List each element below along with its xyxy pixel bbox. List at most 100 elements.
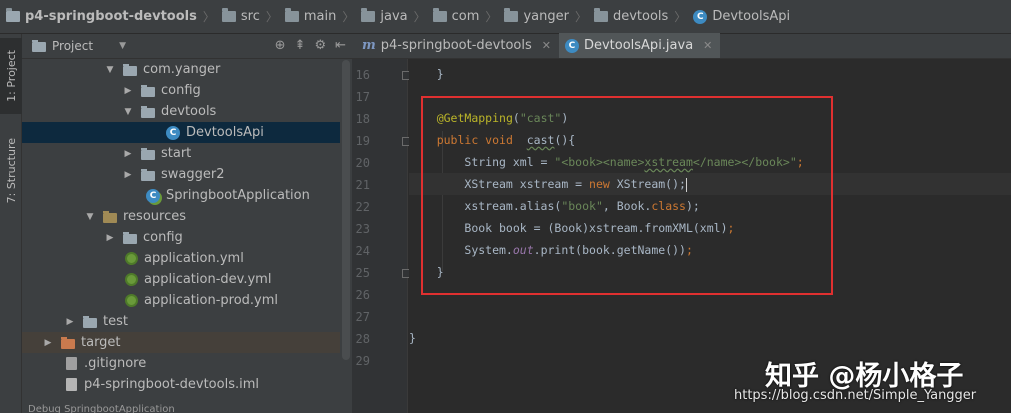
tree-item[interactable]: ▶ start xyxy=(22,143,340,164)
collapsed-arrow-icon[interactable]: ▶ xyxy=(122,86,134,96)
breadcrumb-com[interactable]: com xyxy=(432,8,479,24)
tree-scrollbar[interactable] xyxy=(342,60,350,360)
chevron-down-icon[interactable]: ▼ xyxy=(119,41,126,51)
tree-item[interactable]: ▼ com.yanger xyxy=(22,59,340,80)
line-number: 17 xyxy=(355,90,370,104)
close-icon[interactable]: ✕ xyxy=(542,39,551,52)
maven-m-icon: m xyxy=(362,38,376,53)
tree-item[interactable]: application-dev.yml xyxy=(22,269,340,290)
tree-item[interactable]: ▶ config xyxy=(22,227,340,248)
line-number-gutter: 16 17 18 19 20 21 22 23 24 25 26 27 28 2… xyxy=(352,59,411,413)
resources-folder-icon xyxy=(103,210,117,223)
project-view-icon xyxy=(32,40,46,52)
line-number: 29 xyxy=(355,354,370,368)
breadcrumb-separator: 〉 xyxy=(485,10,498,24)
structure-tool-tab[interactable]: 7: Structure xyxy=(0,126,22,216)
tree-item[interactable]: ▼ resources xyxy=(22,206,340,227)
tree-item[interactable]: ▶ test xyxy=(22,311,340,332)
project-panel-header: Project ▼ ⊕ ⇞ ⚙ ⇤ xyxy=(22,34,352,59)
java-class-icon: C xyxy=(564,38,579,53)
package-folder-icon xyxy=(141,168,155,181)
yml-file-icon xyxy=(124,294,138,307)
breadcrumb-java[interactable]: java xyxy=(361,8,408,24)
navigation-breadcrumb: p4-springboot-devtools 〉 src 〉 main 〉 ja… xyxy=(0,0,1011,34)
folder-icon xyxy=(361,8,376,22)
package-folder-icon xyxy=(141,105,155,118)
line-number: 28 xyxy=(355,332,370,346)
tab-devtoolsapi[interactable]: C DevtoolsApi.java ✕ xyxy=(558,33,721,58)
folder-icon xyxy=(221,8,236,22)
folder-icon xyxy=(83,315,97,328)
collapsed-arrow-icon[interactable]: ▶ xyxy=(64,317,76,327)
project-folder-icon xyxy=(6,8,20,22)
collapsed-arrow-icon[interactable]: ▶ xyxy=(104,233,116,243)
yml-file-icon xyxy=(124,252,138,265)
line-number: 21 xyxy=(355,178,370,192)
project-tool-tab[interactable]: 1: Project xyxy=(0,38,22,114)
line-number: 16 xyxy=(355,68,370,82)
folder-icon xyxy=(504,8,519,22)
tree-item[interactable]: ▶ swagger2 xyxy=(22,164,340,185)
collapsed-arrow-icon[interactable]: ▶ xyxy=(122,170,134,180)
breadcrumb-main[interactable]: main xyxy=(284,8,336,24)
breadcrumb-devtools[interactable]: devtools xyxy=(593,8,668,24)
java-class-icon: C xyxy=(166,125,180,140)
breadcrumb-yanger[interactable]: yanger xyxy=(504,8,569,24)
breadcrumb-separator: 〉 xyxy=(574,10,587,24)
expanded-arrow-icon[interactable]: ▼ xyxy=(122,107,134,117)
csdn-url-watermark: https://blog.csdn.net/Simple_Yangger xyxy=(734,388,977,403)
tree-item[interactable]: ▶ target xyxy=(22,332,340,353)
folder-icon xyxy=(123,231,137,244)
yml-file-icon xyxy=(124,273,138,286)
hide-panel-icon[interactable]: ⇤ xyxy=(335,38,346,53)
breadcrumb-separator: 〉 xyxy=(202,10,215,24)
breadcrumb-devtoolsapi[interactable]: C DevtoolsApi xyxy=(693,9,790,24)
line-number: 27 xyxy=(355,310,370,324)
package-folder-icon xyxy=(123,63,137,76)
code-line: } xyxy=(436,67,444,81)
scroll-from-source-icon[interactable]: ⊕ xyxy=(275,38,286,53)
bottom-tool-bar: Debug SpringbootApplication xyxy=(22,403,352,413)
tree-item[interactable]: ▼ devtools xyxy=(22,101,340,122)
breadcrumb-separator: 〉 xyxy=(265,10,278,24)
line-number: 22 xyxy=(355,200,370,214)
tree-item[interactable]: application-prod.yml xyxy=(22,290,340,311)
settings-gear-icon[interactable]: ⚙ xyxy=(314,38,326,53)
breadcrumb-separator: 〉 xyxy=(413,10,426,24)
collapse-all-icon[interactable]: ⇞ xyxy=(295,38,306,53)
project-panel-actions: ⊕ ⇞ ⚙ ⇤ xyxy=(275,38,346,53)
tab-pom[interactable]: m p4-springboot-devtools ✕ xyxy=(356,33,559,58)
line-number: 18 xyxy=(355,112,370,126)
excluded-folder-icon xyxy=(61,336,75,349)
folder-icon xyxy=(593,8,608,22)
breadcrumb-separator: 〉 xyxy=(342,10,355,24)
tree-item-selected[interactable]: C DevtoolsApi xyxy=(22,122,340,143)
tree-item[interactable]: application.yml xyxy=(22,248,340,269)
folder-icon xyxy=(432,8,447,22)
collapsed-arrow-icon[interactable]: ▶ xyxy=(122,149,134,159)
line-number: 25 xyxy=(355,266,370,280)
text-file-icon xyxy=(65,357,77,370)
expanded-arrow-icon[interactable]: ▼ xyxy=(84,212,96,222)
highlight-annotation-box xyxy=(421,96,833,295)
breadcrumb-project[interactable]: p4-springboot-devtools xyxy=(6,8,197,24)
tree-item[interactable]: .gitignore xyxy=(22,353,340,374)
breadcrumb-separator: 〉 xyxy=(674,10,687,24)
line-number: 26 xyxy=(355,288,370,302)
iml-file-icon xyxy=(65,378,77,391)
java-class-icon: C xyxy=(693,9,708,24)
line-number: 23 xyxy=(355,222,370,236)
tree-item[interactable]: ▶ config xyxy=(22,80,340,101)
code-line: } xyxy=(409,331,416,345)
tree-item[interactable]: p4-springboot-devtools.iml xyxy=(22,374,340,395)
collapsed-arrow-icon[interactable]: ▶ xyxy=(42,338,54,348)
close-icon[interactable]: ✕ xyxy=(703,39,712,52)
project-view-selector[interactable]: Project xyxy=(52,39,93,53)
folder-icon xyxy=(284,8,299,22)
expanded-arrow-icon[interactable]: ▼ xyxy=(104,65,116,75)
line-number: 20 xyxy=(355,156,370,170)
line-number: 19 xyxy=(355,134,370,148)
breadcrumb-src[interactable]: src xyxy=(221,8,260,24)
tree-item[interactable]: C SpringbootApplication xyxy=(22,185,340,206)
line-number: 24 xyxy=(355,244,370,258)
